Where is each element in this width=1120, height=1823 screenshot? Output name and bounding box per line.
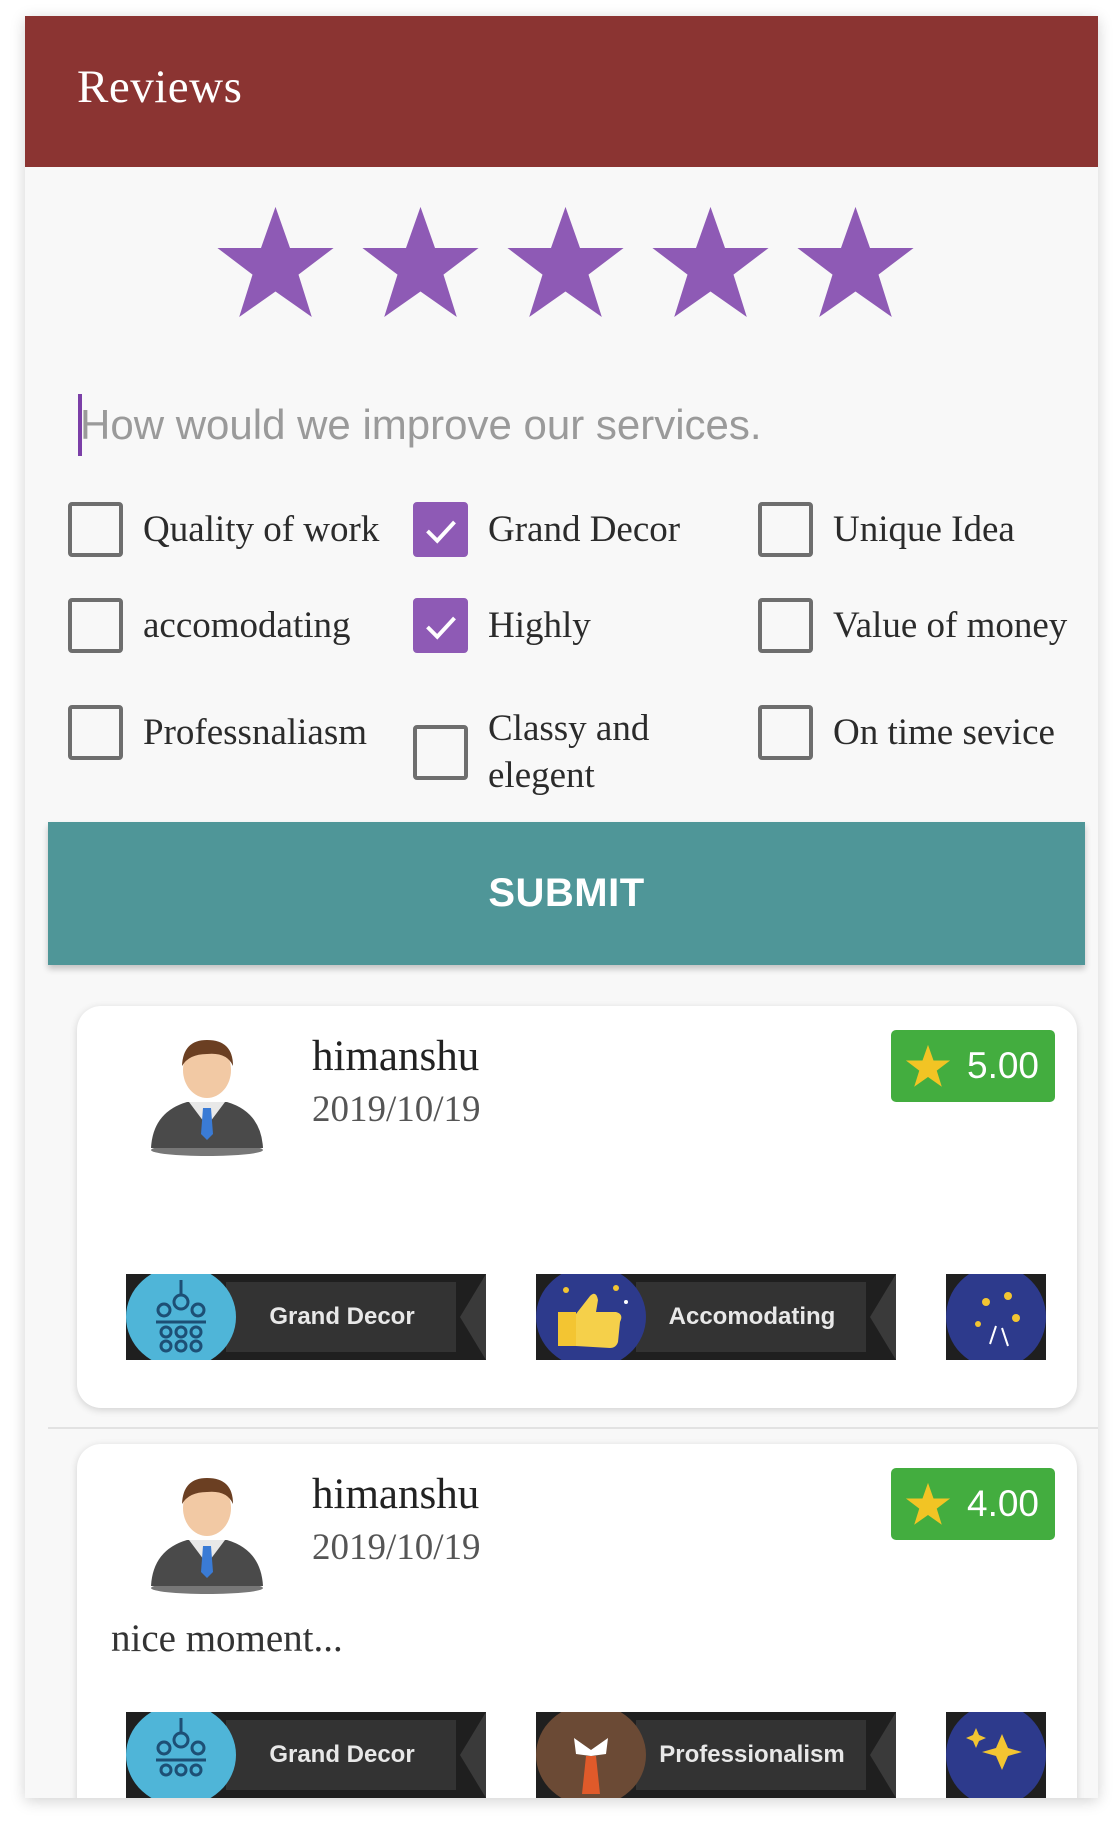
checkbox[interactable] [68,705,123,760]
tag-label: Highly [488,604,591,646]
tag-value-of-money[interactable]: Value of money [758,598,1067,653]
tag-classy-and-elegent[interactable]: Classy and elegent [413,705,688,800]
badge-label: Accomodating [668,1303,836,1330]
sparkle-icon [946,1712,1046,1798]
review-date: 2019/10/19 [312,1527,481,1568]
star-icon [905,1044,951,1087]
tag-label: Professnaliasm [143,711,368,753]
avatar-icon [147,1464,267,1594]
badge-partial [946,1712,1046,1798]
tag-label: accomodating [143,604,351,646]
reviewer-name: himanshu [312,1471,480,1518]
tag-highly[interactable]: Highly [413,598,591,653]
review-card: himanshu 2019/10/19 5.00 Grand Decor Acc… [77,1006,1077,1408]
review-text: nice moment... [111,1617,343,1660]
submit-button[interactable]: SUBMIT [48,822,1085,965]
checkbox[interactable] [758,502,813,557]
tag-grand-decor[interactable]: Grand Decor [413,502,680,557]
star-icon-3[interactable] [505,202,626,323]
badge-label: Professionalism [659,1741,845,1768]
tag-professnaliasm[interactable]: Professnaliasm [68,705,367,760]
app-bar: Reviews [25,16,1098,167]
tag-label: On time sevice [833,711,1055,753]
badge-grand-decor: Grand Decor [126,1712,486,1798]
tag-on-time-sevice[interactable]: On time sevice [758,705,1055,760]
text-cursor [78,394,82,456]
badge-accomodating: Accomodating [536,1274,896,1360]
page-title: Reviews [77,61,243,113]
tag-label: Quality of work [143,508,380,550]
chandelier-icon [126,1274,236,1360]
star-icon-5[interactable] [795,202,916,323]
rating-value: 4.00 [967,1483,1040,1524]
tag-unique-idea[interactable]: Unique Idea [758,502,1015,557]
checkbox-checked[interactable] [413,502,468,557]
badge-professionalism: Professionalism [536,1712,896,1798]
review-date: 2019/10/19 [312,1089,481,1130]
rating-badge: 5.00 [891,1030,1055,1102]
tag-label: Value of money [833,604,1068,646]
checkbox[interactable] [413,724,468,780]
star-icon-2[interactable] [360,202,481,323]
star-rating [215,202,916,332]
rating-badge: 4.00 [891,1468,1055,1540]
fireworks-icon [946,1274,1046,1360]
checkbox[interactable] [758,705,813,760]
rating-value: 5.00 [967,1045,1040,1086]
badge-partial [946,1274,1046,1360]
badge-label: Grand Decor [269,1303,415,1330]
star-icon-4[interactable] [650,202,771,323]
tag-quality-of-work[interactable]: Quality of work [68,502,379,557]
tag-label: Classy and elegent [488,708,650,797]
tag-label: Unique Idea [833,508,1015,550]
star-icon-1[interactable] [215,202,336,323]
reviewer-name: himanshu [312,1033,480,1080]
check-icon [426,616,456,640]
tag-label: Grand Decor [488,508,681,550]
check-icon [426,520,456,544]
reviews-screen: Reviews Quality of work Grand Decor Uniq… [25,16,1098,1798]
review-card: himanshu 2019/10/19 4.00 nice moment... … [77,1444,1077,1798]
checkbox[interactable] [68,598,123,653]
checkbox-checked[interactable] [413,598,468,653]
comment-input[interactable] [76,390,1036,460]
checkbox[interactable] [758,598,813,653]
badge-label: Grand Decor [269,1741,415,1768]
badge-grand-decor: Grand Decor [126,1274,486,1360]
divider [48,1427,1098,1429]
thumbs-up-icon [536,1274,646,1360]
avatar-icon [147,1026,267,1156]
checkbox[interactable] [68,502,123,557]
star-icon [905,1482,951,1525]
chandelier-icon [126,1712,236,1798]
tag-accomodating[interactable]: accomodating [68,598,351,653]
bowtie-icon [536,1712,646,1798]
